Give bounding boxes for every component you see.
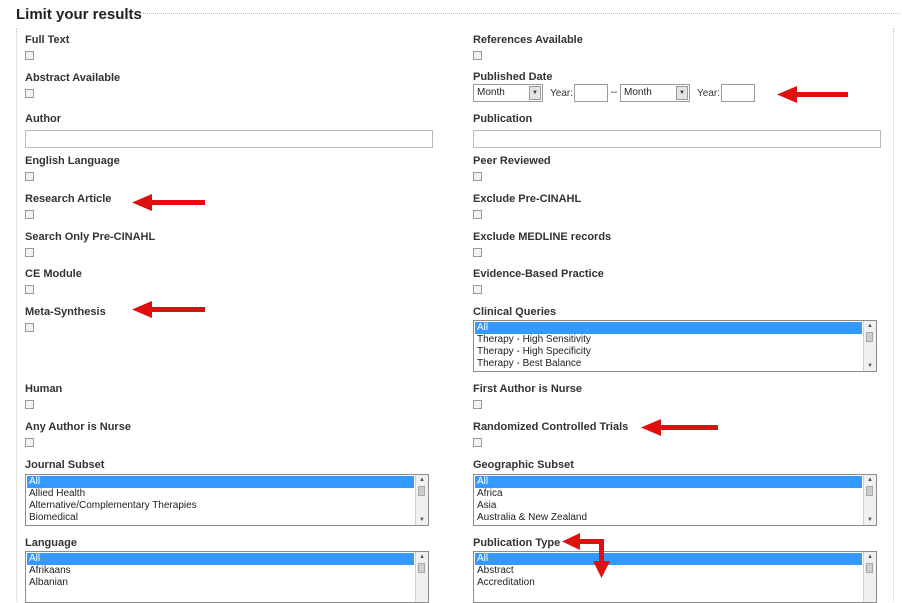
arrow-left-icon <box>777 86 848 103</box>
arrow-left-icon <box>641 419 718 436</box>
arrow-bent-down-icon <box>562 533 610 578</box>
arrow-left-icon <box>132 301 205 318</box>
annotation-arrows <box>132 86 848 578</box>
arrow-left-icon <box>132 194 205 211</box>
